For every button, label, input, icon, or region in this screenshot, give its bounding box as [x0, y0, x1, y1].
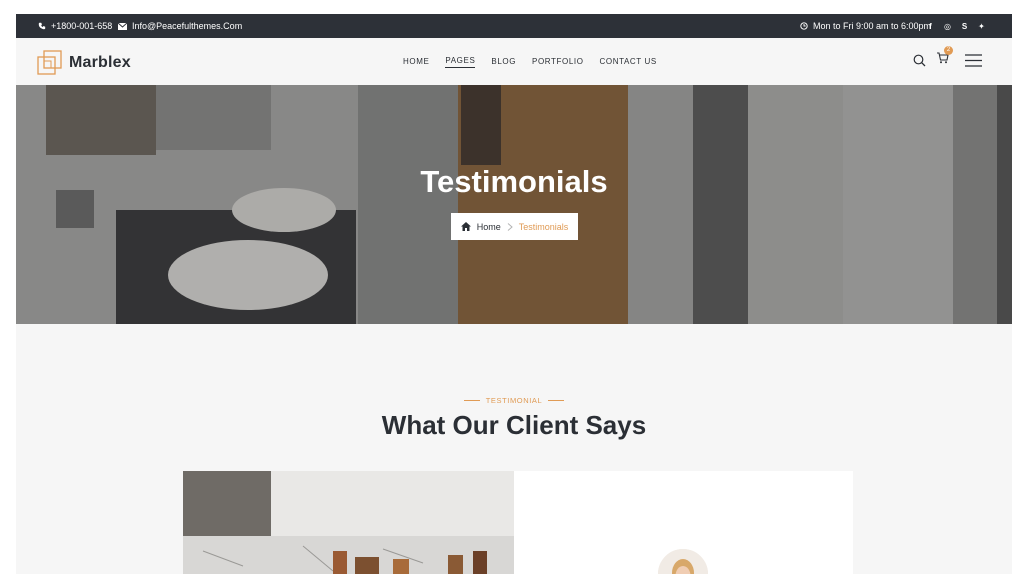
logo-text: Marblex	[69, 54, 131, 71]
breadcrumb: Home Testimonials	[451, 213, 578, 240]
home-icon	[460, 222, 471, 231]
main-header: Marblex HOME PAGES BLOG PORTFOLIO CONTAC…	[16, 38, 1006, 85]
nav-blog[interactable]: BLOG	[491, 57, 516, 66]
testimonial-image	[183, 471, 514, 574]
email-address: Info@Peacefulthemes.Com	[132, 21, 243, 31]
eyebrow-line-right	[548, 400, 565, 401]
logo-mark-icon	[37, 50, 62, 75]
phone-number: +1800-001-658	[51, 21, 113, 31]
page-frame: +1800-001-658 Info@Peacefulthemes.Com Mo…	[16, 14, 1012, 574]
hours-text: Mon to Fri 9:00 am to 6:00pm	[813, 21, 932, 31]
breadcrumb-current: Testimonials	[518, 221, 569, 232]
site-logo[interactable]: Marblex	[37, 50, 131, 76]
eyebrow-line-left	[463, 400, 480, 401]
skype-icon[interactable]: S	[960, 22, 969, 31]
twitter-icon[interactable]: ✦	[977, 22, 986, 31]
nav-portfolio[interactable]: PORTFOLIO	[532, 57, 583, 66]
email-icon	[118, 22, 127, 30]
phone-contact[interactable]: +1800-001-658	[38, 14, 112, 38]
cart-count-badge: 2	[944, 46, 953, 55]
header-actions: 2	[913, 46, 982, 69]
search-icon[interactable]	[913, 54, 926, 67]
hero-bathroom-image	[16, 85, 1012, 324]
social-links: f ◎ S ✦	[926, 14, 986, 38]
facebook-icon[interactable]: f	[926, 22, 935, 31]
section-title: What Our Client Says	[381, 410, 647, 440]
section-eyebrow: TESTIMONIAL	[16, 396, 1012, 405]
kitchen-photo	[183, 471, 514, 574]
cart-button[interactable]: 2	[936, 46, 953, 69]
phone-icon	[38, 22, 46, 30]
top-bar: +1800-001-658 Info@Peacefulthemes.Com Mo…	[16, 14, 1012, 38]
chevron-right-icon	[507, 222, 513, 231]
page-title: Testimonials	[420, 164, 608, 199]
main-nav: HOME PAGES BLOG PORTFOLIO CONTACT US	[403, 38, 657, 85]
instagram-icon[interactable]: ◎	[943, 22, 952, 31]
hamburger-menu-icon[interactable]	[965, 53, 982, 67]
nav-contact-us[interactable]: CONTACT US	[600, 57, 657, 66]
business-hours: Mon to Fri 9:00 am to 6:00pm	[800, 14, 931, 38]
nav-home[interactable]: HOME	[403, 57, 429, 66]
page-hero: Testimonials Home Testimonials	[16, 85, 1012, 324]
email-contact[interactable]: Info@Peacefulthemes.Com	[118, 14, 242, 38]
nav-pages[interactable]: PAGES	[445, 56, 476, 68]
client-portrait	[658, 549, 708, 574]
eyebrow-text: TESTIMONIAL	[485, 396, 543, 405]
testimonial-card	[514, 471, 853, 574]
breadcrumb-home[interactable]: Home	[477, 222, 501, 232]
client-avatar	[658, 549, 708, 574]
clock-icon	[800, 22, 808, 30]
